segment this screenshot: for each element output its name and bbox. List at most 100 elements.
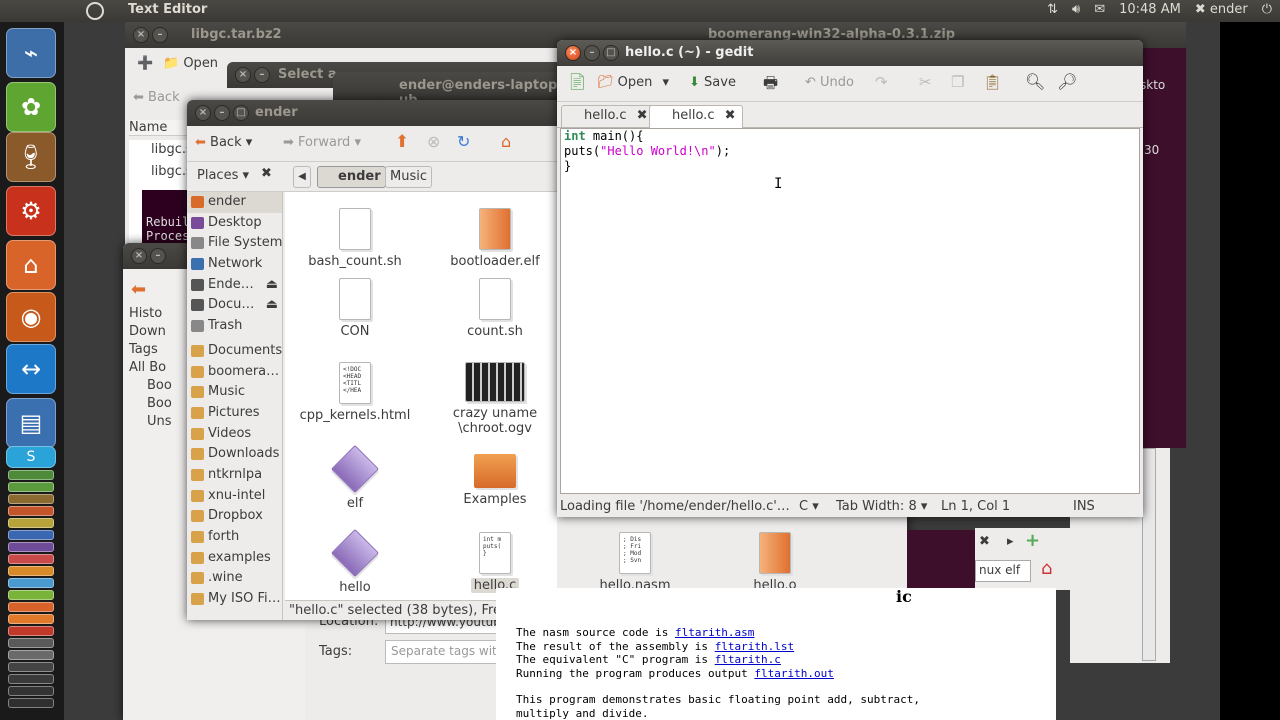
launcher-stack-icon[interactable]	[8, 614, 54, 624]
cut-icon[interactable]: ✂	[919, 73, 932, 91]
new-archive-icon[interactable]: ➕	[137, 56, 153, 71]
sidebar-item[interactable]: Trash	[187, 316, 282, 337]
file-item[interactable]: count.sh	[430, 278, 560, 339]
home-icon[interactable]: ⌂	[1041, 558, 1052, 579]
sidebar-item[interactable]: Network	[187, 254, 282, 275]
link-out[interactable]: fltarith.out	[754, 667, 833, 680]
sidebar-item[interactable]: .wine	[187, 568, 282, 589]
close-tab-icon[interactable]: ✖	[725, 108, 736, 123]
sidebar-item[interactable]: My ISO Fi…	[187, 589, 282, 610]
home-icon[interactable]: ⌂	[501, 132, 511, 151]
open-button[interactable]: 📁︎ Open ▾	[597, 75, 669, 90]
tree-item-all-bookmarks[interactable]: All Bo	[125, 359, 195, 377]
tags-field[interactable]: Separate tags wit	[385, 640, 505, 664]
sidebar-item[interactable]: Documents	[187, 341, 282, 362]
link-c[interactable]: fltarith.c	[715, 653, 781, 666]
launcher-stack-icon[interactable]	[8, 470, 54, 480]
launcher-stack-icon[interactable]	[8, 542, 54, 552]
network-icon[interactable]: ⇅	[1047, 2, 1058, 17]
sidebar-item[interactable]: forth	[187, 527, 282, 548]
maximize-icon[interactable]: □	[233, 105, 249, 121]
file-item[interactable]: elf	[290, 444, 420, 511]
play-icon[interactable]: ▸	[1007, 534, 1014, 549]
tree-item[interactable]: Boo	[125, 377, 195, 395]
chevron-down-icon[interactable]: ▾	[663, 75, 670, 90]
sidebar-item[interactable]: Dropbox	[187, 506, 282, 527]
link-asm[interactable]: fltarith.asm	[675, 626, 754, 639]
sidebar-item[interactable]: Music	[187, 382, 282, 403]
search-icon[interactable]: 🔍︎	[1025, 72, 1045, 91]
minimize-icon[interactable]: –	[152, 27, 168, 43]
sidebar-item[interactable]: ender	[187, 192, 282, 213]
eject-icon[interactable]: ⏏	[266, 275, 278, 295]
stop-icon[interactable]: ⊗	[427, 132, 440, 151]
add-icon[interactable]: +	[1025, 530, 1040, 551]
launcher-stack-icon[interactable]	[8, 554, 54, 564]
sidebar-item[interactable]: Docu… ⏏	[187, 295, 282, 316]
close-icon[interactable]: ×	[131, 248, 147, 264]
tab-width-selector[interactable]: Tab Width: 8 ▾	[836, 496, 927, 517]
tab-hello-c-2[interactable]: hello.c ✖	[649, 105, 743, 128]
spreadsheet-icon[interactable]: ✿	[6, 82, 56, 132]
clock[interactable]: 10:48 AM	[1119, 2, 1181, 17]
save-button[interactable]: ⬇ Save	[689, 75, 736, 90]
archive-back-button[interactable]: ⬅ Back	[133, 90, 180, 105]
wine-icon[interactable]: 🍷︎	[6, 132, 56, 182]
document-viewer-icon[interactable]: ▤	[6, 398, 56, 448]
sidebar-item[interactable]: Desktop	[187, 213, 282, 234]
home-folder-icon[interactable]: ⌂	[6, 240, 56, 290]
tree-item-tags[interactable]: Tags	[125, 341, 195, 359]
mail-icon[interactable]: ✉	[1094, 2, 1105, 17]
skype-icon[interactable]: S	[6, 446, 56, 468]
language-selector[interactable]: C ▾	[799, 496, 819, 517]
launcher-stack-icon[interactable]	[8, 506, 54, 516]
back-button[interactable]: ⬅ Back ▾	[195, 135, 252, 150]
sidebar-item[interactable]: Ende… ⏏	[187, 275, 282, 296]
up-arrow-icon[interactable]: ⬆	[395, 132, 409, 152]
sidebar-item[interactable]: File System	[187, 233, 282, 254]
link-lst[interactable]: fltarith.lst	[715, 640, 794, 653]
archive-open-button[interactable]: 📁 Open	[163, 56, 218, 71]
launcher-stack-icon[interactable]	[8, 662, 54, 672]
sidebar-item[interactable]: examples	[187, 548, 282, 569]
file-item[interactable]: bootloader.elf	[430, 208, 560, 269]
launcher-stack-icon[interactable]	[8, 494, 54, 504]
find-replace-icon[interactable]: 🔎︎	[1057, 72, 1077, 91]
path-button-music[interactable]: Music	[385, 166, 432, 188]
sidebar-item[interactable]: ntkrnlpa	[187, 465, 282, 486]
file-item[interactable]: <!DOC <HEAD <TITL </HEA cpp_kernels.html	[290, 362, 420, 423]
launcher-stack-icon[interactable]	[8, 650, 54, 660]
places-dropdown[interactable]: Places ▾	[197, 168, 249, 183]
launcher-stack-icon[interactable]	[8, 578, 54, 588]
close-sidebar-icon[interactable]: ✖	[261, 166, 272, 181]
file-item[interactable]: hello	[290, 528, 420, 595]
settings-icon[interactable]: ⚙	[6, 186, 56, 236]
launcher-stack-icon[interactable]	[8, 602, 54, 612]
launcher-stack-icon[interactable]	[8, 674, 54, 684]
ubuntu-logo-icon[interactable]	[86, 2, 104, 20]
undo-button[interactable]: ↶ Undo	[805, 75, 854, 90]
power-icon[interactable]: ⏻	[1262, 2, 1272, 17]
file-item[interactable]: ; Dis ; Fri ; Mod ; Svn hello.nasm	[570, 532, 700, 593]
tab-hello-c-1[interactable]: hello.c ✖	[561, 105, 655, 128]
redo-icon[interactable]: ↷	[875, 73, 888, 91]
code-editor[interactable]: int main(){ puts("Hello World!\n"); } I	[560, 128, 1140, 494]
tree-item[interactable]: Uns	[125, 413, 195, 431]
launcher-stack-icon[interactable]	[8, 518, 54, 528]
file-item[interactable]: int m puts( } hello.c	[430, 532, 560, 593]
launcher-stack-icon[interactable]	[8, 590, 54, 600]
file-item[interactable]: hello.o	[710, 532, 840, 593]
file-item[interactable]: bash_count.sh	[290, 208, 420, 269]
tree-item-downloads[interactable]: Down	[125, 323, 195, 341]
volume-icon[interactable]: 🔊︎	[1072, 2, 1080, 17]
copy-icon[interactable]: ❐	[951, 73, 964, 91]
close-icon[interactable]: ×	[235, 67, 251, 83]
system-monitor-icon[interactable]: ⌁	[6, 28, 56, 78]
new-document-icon[interactable]: 📄︎	[567, 72, 587, 91]
sidebar-item[interactable]: Downloads	[187, 444, 282, 465]
launcher-stack-icon[interactable]	[8, 638, 54, 648]
launcher-stack-icon[interactable]	[8, 686, 54, 696]
close-tab-icon[interactable]: ✖	[637, 108, 648, 123]
print-icon[interactable]: 🖶	[763, 72, 778, 99]
minimize-icon[interactable]: –	[214, 105, 230, 121]
